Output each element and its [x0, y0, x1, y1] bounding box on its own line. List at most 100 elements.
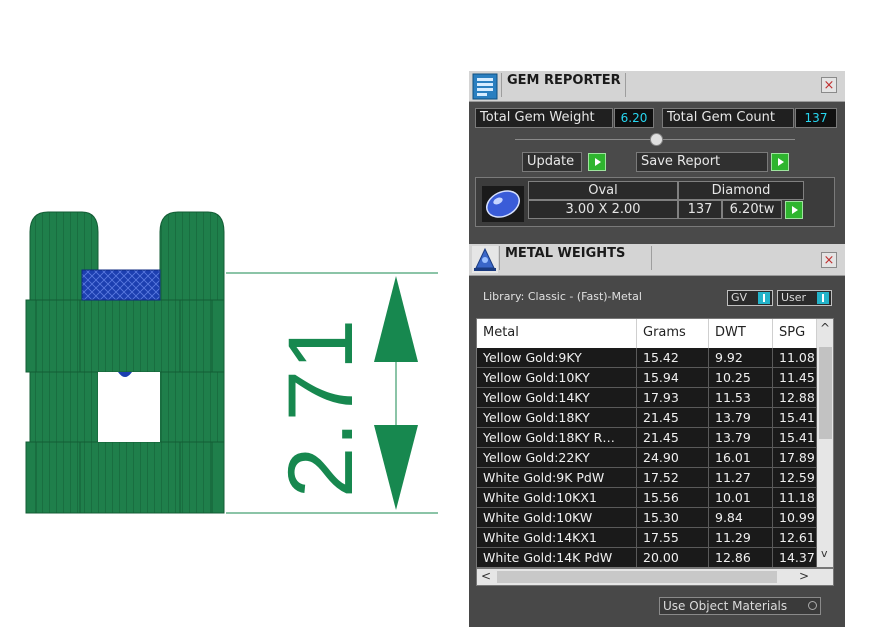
cell-metal: White Gold:10KW [477, 508, 637, 527]
ring-model [25, 211, 225, 514]
metal-weights-title: METAL WEIGHTS [505, 246, 626, 261]
cell-spg: 17.89 [773, 448, 817, 467]
table-row[interactable]: White Gold:14KX1 17.55 11.29 12.61 [477, 528, 817, 548]
gv-toggle-label: GV [731, 291, 748, 304]
table-row[interactable]: White Gold:9K PdW 17.52 11.27 12.59 [477, 468, 817, 488]
gem-row[interactable]: Oval Diamond 3.00 X 2.00 137 6.20tw [475, 177, 835, 227]
cell-grams: 15.94 [637, 368, 709, 387]
3d-viewport[interactable]: 2.71 [0, 0, 466, 627]
table-row[interactable]: Yellow Gold:18KY 21.45 13.79 15.41 [477, 408, 817, 428]
gem-size: 3.00 X 2.00 [528, 200, 678, 219]
gem-count: 137 [678, 200, 722, 219]
cell-metal: Yellow Gold:9KY [477, 348, 637, 367]
vertical-scrollbar[interactable]: ^ v [817, 319, 833, 567]
cell-spg: 12.88 [773, 388, 817, 407]
total-gem-count-value: 137 [795, 108, 837, 128]
table-row[interactable]: Yellow Gold:22KY 24.90 16.01 17.89 [477, 448, 817, 468]
gem-reporter-close-button[interactable]: × [821, 77, 837, 93]
scroll-left-arrow[interactable]: < [481, 569, 491, 583]
cell-metal: White Gold:14KX1 [477, 528, 637, 547]
cell-dwt: 10.01 [709, 488, 773, 507]
column-header-dwt[interactable]: DWT [709, 319, 773, 348]
use-object-materials-radio [808, 601, 817, 610]
table-row[interactable]: White Gold:14K PdW 20.00 12.86 14.37 [477, 548, 817, 567]
cell-dwt: 13.79 [709, 428, 773, 447]
total-gem-weight-value: 6.20 [614, 108, 654, 128]
cell-dwt: 11.53 [709, 388, 773, 407]
save-report-play-icon[interactable] [771, 153, 789, 171]
gem-material: Diamond [678, 181, 804, 200]
table-row[interactable]: Yellow Gold:10KY 15.94 10.25 11.45 [477, 368, 817, 388]
metal-weights-titlebar[interactable]: METAL WEIGHTS × [469, 244, 845, 276]
total-gem-weight-label: Total Gem Weight [475, 108, 613, 128]
cell-grams: 15.30 [637, 508, 709, 527]
table-row[interactable]: Yellow Gold:14KY 17.93 11.53 12.88 [477, 388, 817, 408]
cell-dwt: 10.25 [709, 368, 773, 387]
cell-dwt: 9.84 [709, 508, 773, 527]
cell-grams: 24.90 [637, 448, 709, 467]
vertical-scroll-thumb[interactable] [819, 347, 832, 439]
cell-metal: White Gold:9K PdW [477, 468, 637, 487]
gem-shape: Oval [528, 181, 678, 200]
cell-dwt: 9.92 [709, 348, 773, 367]
total-gem-count-label: Total Gem Count [662, 108, 794, 128]
metal-weights-close-button[interactable]: × [821, 252, 837, 268]
gv-toggle[interactable]: GV [727, 290, 773, 306]
gem-model [81, 269, 161, 301]
cell-dwt: 11.29 [709, 528, 773, 547]
cell-grams: 21.45 [637, 408, 709, 427]
scroll-down-arrow[interactable]: v [821, 547, 828, 560]
cell-metal: Yellow Gold:18KY [477, 408, 637, 427]
table-row[interactable]: White Gold:10KW 15.30 9.84 10.99 [477, 508, 817, 528]
gem-report-icon [472, 73, 498, 100]
horizontal-scrollbar[interactable]: < > [476, 568, 834, 586]
horizontal-scroll-thumb[interactable] [497, 571, 777, 583]
cell-metal: White Gold:10KX1 [477, 488, 637, 507]
cell-dwt: 11.27 [709, 468, 773, 487]
cell-spg: 11.08 [773, 348, 817, 367]
dimension-annotation: 2.71 [226, 272, 438, 514]
cell-spg: 15.41 [773, 408, 817, 427]
gem-reporter-titlebar[interactable]: GEM REPORTER × [469, 71, 845, 102]
update-button[interactable]: Update [522, 152, 582, 172]
user-toggle-label: User [781, 291, 807, 304]
gem-reporter-panel: GEM REPORTER × Total Gem Weight 6.20 Tot… [469, 71, 845, 247]
cell-grams: 15.56 [637, 488, 709, 507]
table-row[interactable]: Yellow Gold:18KY R… 21.45 13.79 15.41 [477, 428, 817, 448]
user-toggle[interactable]: User [777, 290, 832, 306]
column-header-spg[interactable]: SPG [773, 319, 817, 348]
user-toggle-knob [817, 292, 829, 304]
cell-grams: 20.00 [637, 548, 709, 567]
cell-spg: 10.99 [773, 508, 817, 527]
cell-metal: Yellow Gold:14KY [477, 388, 637, 407]
collapse-handle[interactable] [650, 133, 663, 146]
cell-spg: 11.18 [773, 488, 817, 507]
scale-icon [472, 246, 498, 273]
column-header-grams[interactable]: Grams [637, 319, 709, 348]
table-row[interactable]: Yellow Gold:9KY 15.42 9.92 11.08 [477, 348, 817, 368]
cell-grams: 17.52 [637, 468, 709, 487]
cell-spg: 12.59 [773, 468, 817, 487]
gem-weight: 6.20tw [722, 200, 782, 219]
scroll-right-arrow[interactable]: > [799, 569, 809, 583]
table-row[interactable]: White Gold:10KX1 15.56 10.01 11.18 [477, 488, 817, 508]
cell-dwt: 12.86 [709, 548, 773, 567]
cell-grams: 17.93 [637, 388, 709, 407]
update-play-icon[interactable] [588, 153, 606, 171]
cell-spg: 12.61 [773, 528, 817, 547]
library-label: Library: Classic - (Fast)-Metal [483, 290, 642, 303]
cell-dwt: 16.01 [709, 448, 773, 467]
cell-metal: White Gold:14K PdW [477, 548, 637, 567]
use-object-materials-toggle[interactable]: Use Object Materials [659, 597, 821, 615]
scroll-up-arrow[interactable]: ^ [820, 321, 830, 335]
cell-grams: 15.42 [637, 348, 709, 367]
metal-weights-table[interactable]: Metal Grams DWT SPG Yellow Gold:9KY 15.42… [476, 318, 834, 568]
cell-metal: Yellow Gold:10KY [477, 368, 637, 387]
cell-spg: 14.37 [773, 548, 817, 567]
column-header-metal[interactable]: Metal [477, 319, 637, 348]
gem-row-play-icon[interactable] [785, 201, 803, 219]
save-report-button[interactable]: Save Report [636, 152, 768, 172]
cell-spg: 15.41 [773, 428, 817, 447]
oval-gem-icon [482, 186, 524, 222]
cell-grams: 17.55 [637, 528, 709, 547]
